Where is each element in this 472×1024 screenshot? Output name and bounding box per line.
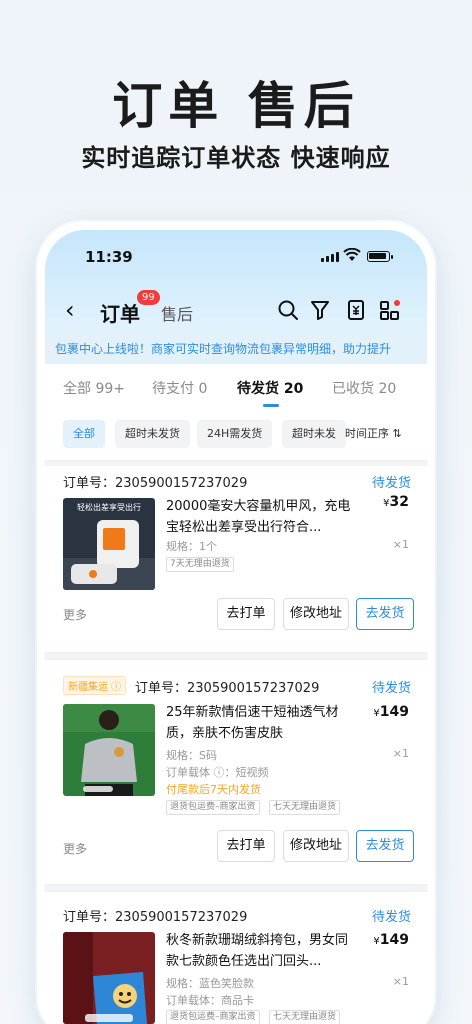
more-link[interactable]: 更多 — [63, 840, 87, 857]
order-carrier: 订单载体 ⓘ：短视频 — [166, 766, 269, 779]
tab-orders[interactable]: 订单 — [100, 298, 140, 327]
active-tab-indicator — [263, 404, 279, 407]
chip-all[interactable]: 全部 — [63, 420, 105, 448]
service-tag: 退货包运费–商家出资 — [166, 800, 260, 815]
filter-chips: 全部 超时未发货 24H需发货 超时未发 时间正序 ⇅ — [45, 412, 427, 460]
phone-screen: 11:39 ‹ 订单 99 售后 包裹中心上线啦！商家可实时查询物流包裹异常明细… — [45, 230, 427, 1024]
order-number: 订单号：2305900157237029 — [63, 476, 248, 491]
price-value: 149 — [379, 704, 409, 720]
edit-address-button[interactable]: 修改地址 — [283, 598, 349, 630]
price-value: 149 — [379, 932, 409, 948]
signal-icon — [321, 252, 339, 262]
product-title[interactable]: 25年新款情侣速干短袖透气材质，亲肤不伤害皮肤 — [166, 702, 356, 744]
search-icon[interactable] — [277, 299, 299, 321]
chip-overdue-2[interactable]: 超时未发 — [282, 420, 346, 448]
edit-address-button[interactable]: 修改地址 — [283, 830, 349, 862]
product-price: ¥32 — [383, 494, 409, 510]
service-tag: 7天无理由退货 — [166, 557, 234, 572]
ship-button[interactable]: 去发货 — [356, 830, 414, 862]
product-price: ¥149 — [373, 932, 409, 948]
shipping-note: 付尾款后7天内发货 — [166, 783, 261, 796]
product-spec: 规格：1个 — [166, 540, 217, 553]
order-card: 订单号：2305900157237029 待发货 轻松出差享受出行 20000毫… — [45, 466, 427, 652]
sort-toggle[interactable]: 时间正序 ⇅ — [345, 420, 402, 448]
tab-all[interactable]: 全部 99+ — [63, 378, 125, 398]
scan-grid-icon[interactable] — [379, 299, 401, 321]
order-carrier: 订单载体：商品卡 — [166, 994, 254, 1007]
product-spec: 规格：蓝色笑脸款 — [166, 977, 254, 990]
more-link[interactable]: 更多 — [63, 606, 87, 623]
region-tag: 新疆集运 ⓘ — [63, 676, 127, 695]
product-image[interactable]: 轻松出差享受出行 — [63, 498, 155, 590]
order-card: 订单号：2305900157237029 待发货 秋冬新款珊瑚绒斜挎包，男女同款… — [45, 892, 427, 1024]
price-value: 32 — [389, 494, 409, 510]
order-status: 待发货 — [371, 910, 411, 925]
service-tag: 退货包运费–商家出资 — [166, 1010, 260, 1024]
product-image[interactable] — [63, 932, 155, 1024]
product-title[interactable]: 秋冬新款珊瑚绒斜挎包，男女同款七款颜色任选出门回头... — [166, 930, 356, 972]
print-order-button[interactable]: 去打单 — [217, 830, 275, 862]
battery-icon — [367, 251, 393, 262]
service-tag: 七天无理由退货 — [269, 1010, 341, 1024]
status-tabs: 全部 99+ 待支付 0 待发货 20 已收货 20 — [45, 364, 427, 412]
order-status: 待发货 — [371, 681, 411, 696]
thumb-caption: 轻松出差享受出行 — [77, 502, 141, 512]
order-number: 订单号：2305900157237029 — [135, 681, 320, 696]
tab-after-sales[interactable]: 售后 — [161, 301, 193, 325]
hero-subtitle: 实时追踪订单状态 快速响应 — [81, 144, 391, 172]
chip-24h[interactable]: 24H需发货 — [197, 420, 273, 448]
order-status: 待发货 — [371, 476, 411, 491]
product-title[interactable]: 20000毫安大容量机甲风，充电宝轻松出差享受出行符合... — [166, 496, 356, 538]
product-price: ¥149 — [373, 704, 409, 720]
product-qty: ×1 — [392, 975, 409, 988]
product-spec: 规格：S码 — [166, 749, 217, 762]
product-qty: ×1 — [392, 538, 409, 551]
order-number: 订单号：2305900157237029 — [63, 910, 248, 925]
phone-frame: 11:39 ‹ 订单 99 售后 包裹中心上线啦！商家可实时查询物流包裹异常明细… — [37, 222, 435, 1024]
hero-title: 订单 售后 — [112, 77, 360, 135]
order-card: 新疆集运 ⓘ 订单号：2305900157237029 待发货 25年新款情侣速… — [45, 660, 427, 884]
product-qty: ×1 — [392, 747, 409, 760]
wifi-icon — [343, 248, 361, 261]
invoice-icon[interactable] — [345, 299, 367, 321]
chip-overdue[interactable]: 超时未发货 — [115, 420, 190, 448]
tab-pending-shipment[interactable]: 待发货 20 — [237, 378, 303, 398]
notice-banner[interactable]: 包裹中心上线啦！商家可实时查询物流包裹异常明细，助力提升 — [45, 334, 427, 364]
filter-icon[interactable] — [309, 299, 331, 321]
ship-button[interactable]: 去发货 — [356, 598, 414, 630]
tab-pending-payment[interactable]: 待支付 0 — [152, 378, 207, 398]
print-order-button[interactable]: 去打单 — [217, 598, 275, 630]
service-tag: 七天无理由退货 — [269, 800, 341, 815]
orders-count-badge: 99 — [137, 290, 160, 305]
product-image[interactable] — [63, 704, 155, 796]
tab-received[interactable]: 已收货 20 — [332, 378, 396, 398]
nav-bar: ‹ 订单 99 售后 — [45, 290, 427, 330]
status-time: 11:39 — [85, 248, 133, 266]
back-icon[interactable]: ‹ — [65, 298, 75, 322]
